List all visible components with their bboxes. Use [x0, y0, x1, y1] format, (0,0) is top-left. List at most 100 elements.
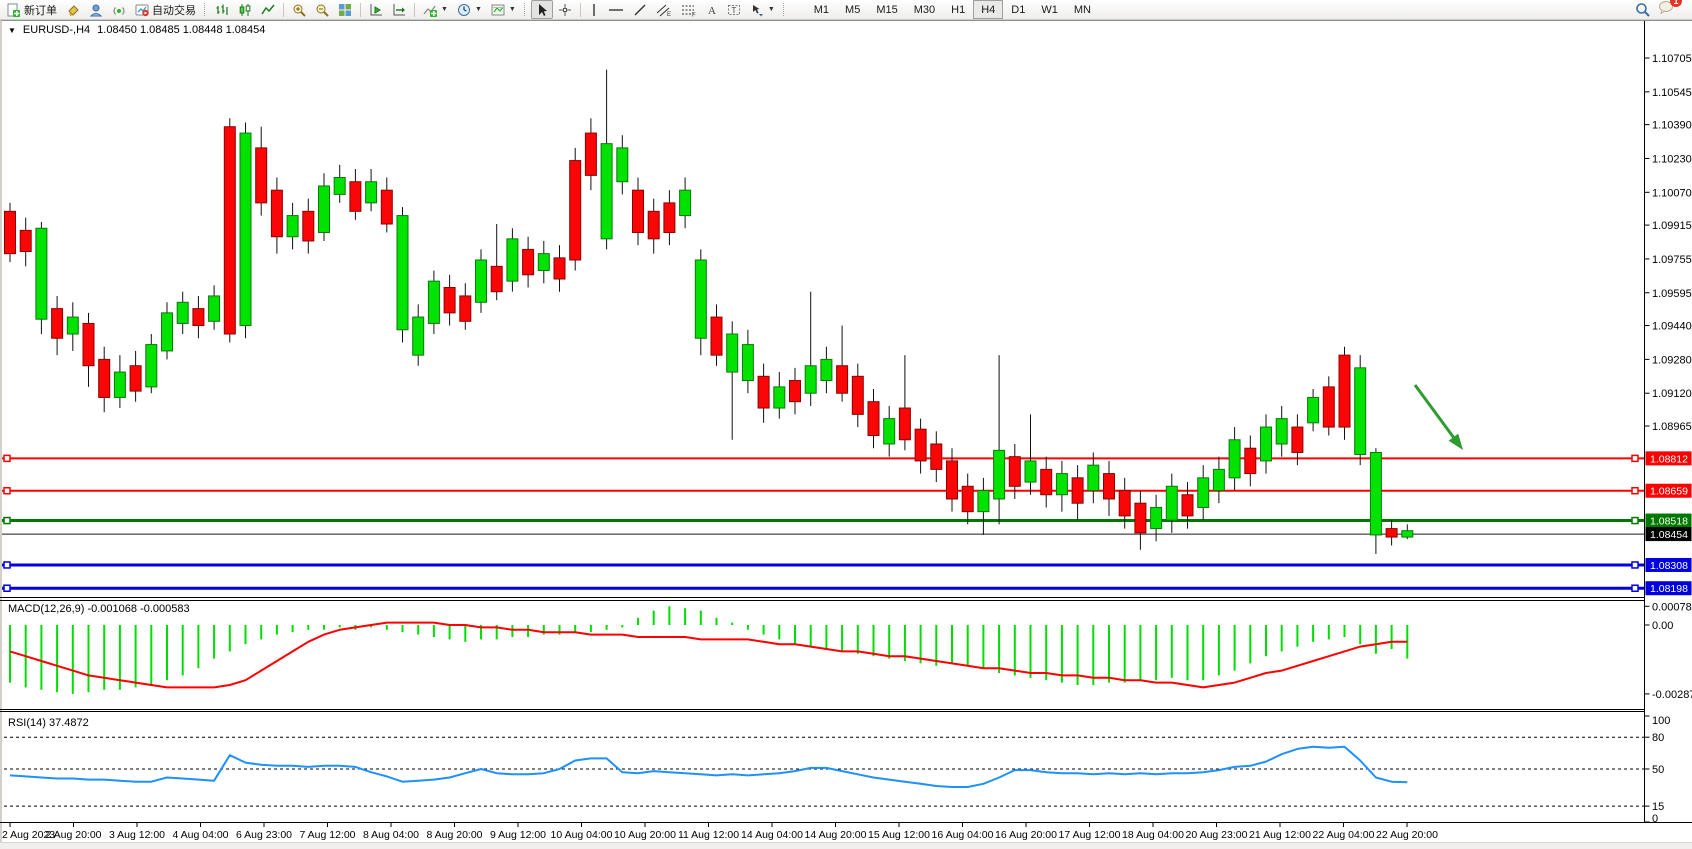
- text-label-tool-button[interactable]: T: [723, 0, 745, 19]
- price-tick-label: 1.08965: [1652, 421, 1692, 433]
- chart-shift-button[interactable]: [388, 0, 410, 19]
- price-tick-label: 1.09595: [1652, 288, 1692, 300]
- rsi-tick-label: 50: [1652, 764, 1664, 776]
- auto-trading-button[interactable]: 自动交易: [131, 0, 200, 19]
- candle-up: [601, 144, 612, 239]
- candle-up: [1025, 461, 1036, 482]
- candle-down: [5, 211, 16, 253]
- arrow-objects-button[interactable]: ▼: [746, 0, 779, 19]
- line-chart-button[interactable]: [257, 0, 279, 19]
- timeframe-button-M5[interactable]: M5: [837, 0, 868, 19]
- zoom-out-button[interactable]: [311, 0, 333, 19]
- channel-tool-button[interactable]: E: [652, 0, 676, 19]
- timeframe-button-H1[interactable]: H1: [943, 0, 973, 19]
- hline-handle[interactable]: [1632, 585, 1638, 591]
- timeframe-button-D1[interactable]: D1: [1003, 0, 1033, 19]
- hline-handle[interactable]: [1632, 488, 1638, 494]
- candle-up: [177, 302, 188, 323]
- tile-windows-button[interactable]: [334, 0, 356, 19]
- macd-tick-label: -0.002871: [1652, 689, 1692, 701]
- price-tick-label: 1.10545: [1652, 87, 1692, 99]
- candle-down: [837, 366, 848, 393]
- trendline-tool-button[interactable]: [629, 0, 651, 19]
- bar-chart-button[interactable]: [211, 0, 233, 19]
- add-indicator-button[interactable]: ▼: [419, 0, 452, 19]
- timeframe-button-H4[interactable]: H4: [973, 0, 1003, 19]
- hline-handle[interactable]: [4, 488, 10, 494]
- cursor-arrow-icon: [535, 3, 549, 17]
- chart-menu-arrow-icon[interactable]: ▼: [8, 26, 16, 35]
- chart-styler-button[interactable]: [62, 0, 84, 19]
- candle-down: [1292, 427, 1303, 452]
- new-order-button[interactable]: 新订单: [3, 0, 61, 19]
- price-tick-label: 1.10070: [1652, 187, 1692, 199]
- periods-button[interactable]: ▼: [453, 0, 486, 19]
- auto-scroll-button[interactable]: [365, 0, 387, 19]
- profile-button[interactable]: [85, 0, 107, 19]
- hline-handle[interactable]: [4, 585, 10, 591]
- toolbar-separator: [414, 3, 415, 17]
- cursor-tool-button[interactable]: [531, 0, 553, 19]
- hline-handle[interactable]: [1632, 518, 1638, 524]
- toolbar-grip[interactable]: [783, 3, 786, 16]
- toolbar-grip[interactable]: [524, 3, 527, 16]
- time-tick-label: 14 Aug 20:00: [805, 829, 867, 841]
- auto-trading-icon: [135, 3, 149, 17]
- vertical-line-tool-button[interactable]: [585, 0, 603, 19]
- candle-down: [224, 127, 235, 334]
- candle-up: [397, 216, 408, 330]
- zoom-out-icon: [315, 3, 329, 17]
- hline-handle[interactable]: [1632, 562, 1638, 568]
- hline-handle[interactable]: [1632, 455, 1638, 461]
- candle-up: [1355, 368, 1366, 455]
- hline-handle[interactable]: [4, 518, 10, 524]
- time-tick-label: 21 Aug 12:00: [1249, 829, 1311, 841]
- time-tick-label: 18 Aug 04:00: [1122, 829, 1184, 841]
- time-tick-label: 8 Aug 04:00: [363, 829, 419, 841]
- arrow-object[interactable]: [1415, 385, 1454, 438]
- candlestick-chart-icon: [238, 3, 252, 17]
- candle-up: [538, 254, 549, 271]
- crosshair-tool-button[interactable]: [554, 0, 576, 19]
- timeframe-button-M15[interactable]: M15: [868, 0, 905, 19]
- notifications-button[interactable]: 1: [1658, 0, 1675, 19]
- candle-down: [350, 182, 361, 212]
- candle-down: [83, 323, 94, 365]
- signal-icon: [112, 3, 126, 17]
- toolbar-grip[interactable]: [204, 3, 207, 16]
- price-chart-canvas[interactable]: 1.107051.105451.103901.102301.100701.099…: [0, 0, 1692, 849]
- fibonacci-tool-button[interactable]: F: [677, 0, 701, 19]
- zoom-in-button[interactable]: [288, 0, 310, 19]
- candle-down: [1245, 448, 1256, 473]
- fibonacci-icon: F: [681, 3, 697, 17]
- candle-down: [444, 287, 455, 312]
- candle-up: [695, 260, 706, 338]
- time-tick-label: 2 Aug 20:00: [45, 829, 101, 841]
- candle-down: [633, 190, 644, 232]
- text-tool-button[interactable]: A: [702, 0, 722, 19]
- timeframe-button-MN[interactable]: MN: [1066, 0, 1099, 19]
- timeframe-button-W1[interactable]: W1: [1033, 0, 1066, 19]
- new-order-label: 新订单: [24, 2, 57, 18]
- candle-up: [617, 148, 628, 182]
- candle-up: [1166, 486, 1177, 520]
- candle-up: [1056, 474, 1067, 495]
- candle-down: [648, 211, 659, 238]
- signals-button[interactable]: [108, 0, 130, 19]
- candlestick-chart-button[interactable]: [234, 0, 256, 19]
- timeframe-button-M30[interactable]: M30: [906, 0, 943, 19]
- horizontal-line-tool-button[interactable]: [604, 0, 628, 19]
- bar-chart-icon: [215, 3, 229, 17]
- horizontal-line-icon: [608, 3, 624, 17]
- template-icon: [491, 3, 505, 17]
- candle-down: [711, 317, 722, 355]
- hline-handle[interactable]: [4, 562, 10, 568]
- hline-handle[interactable]: [4, 455, 10, 461]
- timeframe-button-M1[interactable]: M1: [806, 0, 837, 19]
- price-tick-label: 1.09280: [1652, 354, 1692, 366]
- candle-up: [1402, 531, 1413, 537]
- candle-up: [366, 182, 377, 203]
- price-tag-label: 1.08518: [1650, 516, 1688, 528]
- search-icon[interactable]: [1635, 2, 1650, 17]
- templates-button[interactable]: ▼: [487, 0, 520, 19]
